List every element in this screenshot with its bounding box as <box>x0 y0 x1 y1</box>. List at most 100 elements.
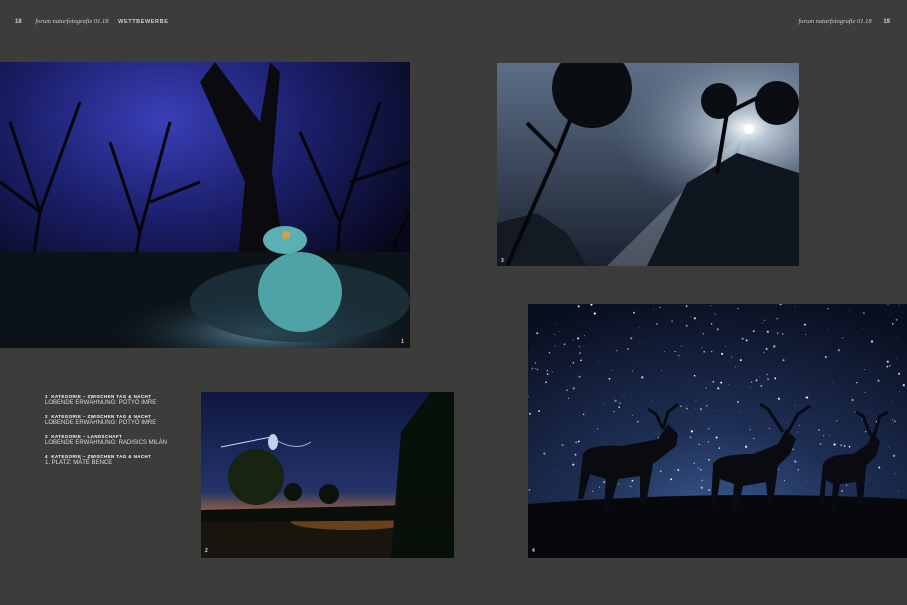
star <box>680 405 682 407</box>
page-number-left: 18 <box>15 19 22 25</box>
star <box>889 365 891 367</box>
star <box>695 399 697 401</box>
star <box>763 351 765 354</box>
star <box>848 445 851 448</box>
header-right: forum naturfotografie 01.18 19 <box>799 18 891 25</box>
star <box>835 419 838 422</box>
star <box>570 365 572 367</box>
caption-title: 3 KATEGORIE – LANDSCHAFT <box>45 434 123 439</box>
star <box>659 470 662 473</box>
star <box>763 319 766 322</box>
star <box>782 359 785 362</box>
star <box>612 370 614 371</box>
star <box>802 364 804 366</box>
star <box>677 469 680 472</box>
star <box>582 413 585 416</box>
star <box>701 347 703 349</box>
star <box>762 322 764 324</box>
star <box>861 328 863 329</box>
star <box>616 350 618 352</box>
star <box>678 354 680 357</box>
star <box>870 340 874 343</box>
photo-number-1: 1 <box>401 339 404 345</box>
star <box>829 435 831 436</box>
caption-title: 2 KATEGORIE – ZWISCHEN TAG & NACHT <box>45 414 152 419</box>
caption-title: 4 KATEGORIE – ZWISCHEN TAG & NACHT <box>45 454 152 459</box>
star <box>534 362 537 364</box>
star <box>556 324 558 326</box>
star <box>670 478 673 481</box>
star <box>708 382 710 384</box>
star <box>703 350 706 353</box>
star <box>861 419 863 420</box>
star <box>566 389 569 392</box>
star <box>895 318 898 321</box>
star <box>730 356 733 358</box>
star <box>536 368 539 371</box>
star <box>841 490 844 492</box>
star <box>737 400 739 403</box>
magazine-title-left: forum naturfotografie 01.18 <box>35 18 109 25</box>
star <box>693 462 696 465</box>
star <box>572 339 574 341</box>
star <box>660 370 662 371</box>
caption-subtitle: 1. PLATZ: MÁTÉ BENCE <box>45 460 113 466</box>
star <box>543 452 546 455</box>
star <box>792 448 794 451</box>
star <box>773 345 776 348</box>
star <box>608 377 611 380</box>
magazine-title-right: forum naturfotografie 01.18 <box>798 18 872 25</box>
star <box>619 402 621 405</box>
star <box>896 337 898 339</box>
star <box>776 317 778 320</box>
star <box>603 403 605 405</box>
caption-title: 1 KATEGORIE – ZWISCHEN TAG & NACHT <box>45 394 152 399</box>
star <box>545 381 548 384</box>
star <box>767 378 770 381</box>
star <box>671 320 673 322</box>
star <box>823 435 825 437</box>
star <box>824 356 827 358</box>
star <box>618 406 621 409</box>
star <box>899 391 901 393</box>
star <box>831 381 833 383</box>
star <box>707 441 709 443</box>
star <box>528 412 531 415</box>
star <box>690 478 692 480</box>
star <box>777 468 779 470</box>
star <box>700 486 703 489</box>
star <box>725 346 726 347</box>
star <box>578 375 581 378</box>
star <box>827 307 829 310</box>
star <box>580 359 582 362</box>
star <box>752 437 755 440</box>
star <box>591 310 593 312</box>
star <box>752 330 755 333</box>
star <box>558 330 560 332</box>
star <box>781 333 784 335</box>
star <box>593 312 596 315</box>
section-title: WETTBEWERBE <box>118 19 169 25</box>
star <box>577 337 580 340</box>
star <box>827 329 829 331</box>
star <box>739 359 742 362</box>
star <box>711 350 713 353</box>
star <box>603 481 606 483</box>
star <box>818 429 820 431</box>
star <box>799 424 801 426</box>
star <box>727 482 729 484</box>
star <box>598 486 600 488</box>
star <box>866 411 868 413</box>
star <box>652 308 654 310</box>
star <box>803 323 806 326</box>
caption-item: 1 KATEGORIE – ZWISCHEN TAG & NACHT LOBEN… <box>45 393 195 407</box>
star <box>710 323 713 325</box>
star <box>548 352 551 354</box>
star <box>631 479 634 482</box>
star <box>887 447 889 449</box>
star <box>623 393 625 395</box>
star <box>720 381 723 384</box>
star <box>707 488 711 492</box>
star <box>749 387 751 389</box>
star <box>745 339 748 342</box>
